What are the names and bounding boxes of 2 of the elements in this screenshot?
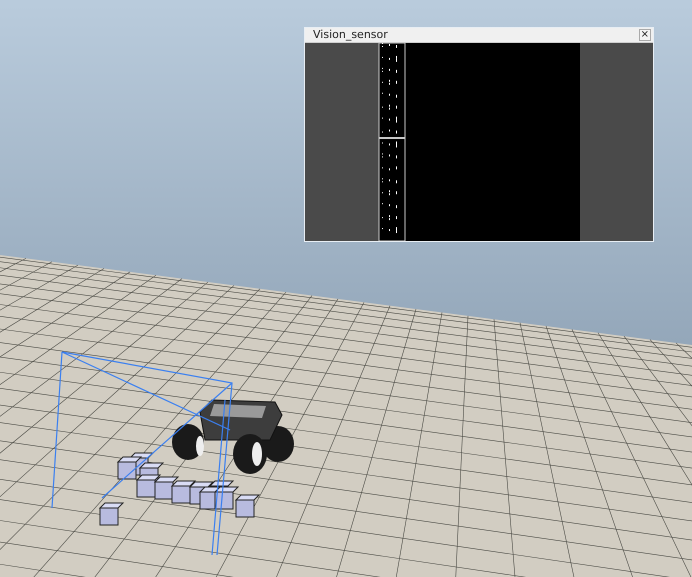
window-title: Vision_sensor <box>313 29 388 41</box>
close-button[interactable]: × <box>638 29 651 41</box>
